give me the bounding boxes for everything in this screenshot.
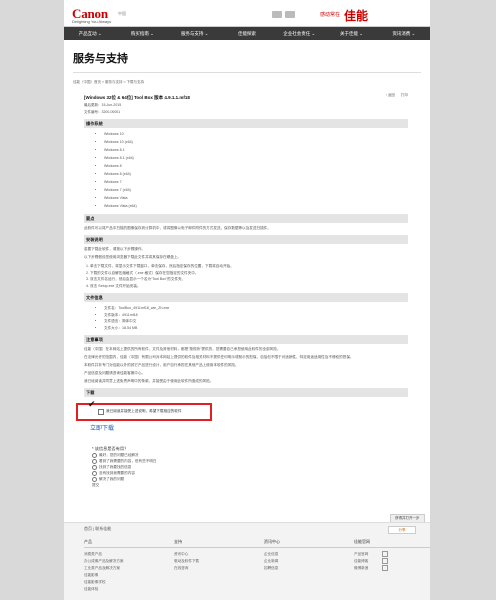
page-tools: ‹ 返回 打印 [386,93,408,98]
install-steps: 1. 单击下载文件，将显示文件下载窗口，单击保存，然后指定保存的位置，下载将自动… [86,263,408,289]
list-item: 文件大小：18.54 MB [104,325,408,332]
document-title: [Windows 32位 & 64位] Tool Box 版本 4.9.1.1.… [84,95,190,100]
nav-item-support[interactable]: 服务与支持 ⌄ [169,27,221,40]
footer-link[interactable]: 工业类产品及解决方案 [84,565,174,572]
list-item: Windows 7 [104,178,408,186]
top-icons [272,11,295,18]
footer-column-news: 资讯中心 企业信息 企业新闻 招聘信息 [264,539,354,593]
document-date: 最后更新：15-Jun-2015 [84,103,122,107]
page-container: Canon 中国 Delighting You Always 感动常在 佳能 产… [64,0,430,600]
nav-item-news[interactable]: 资讯消费 ⌄ [378,27,430,40]
list-item: Windows 10 (x64) [104,138,408,146]
download-content: [Windows 32位 & 64位] Tool Box 版本 4.9.1.1.… [76,95,408,488]
install-intro-2: 以下步骤假设您使用浏览器下载此文件并将其保存在硬盘上。 [84,255,182,259]
main-nav: 产品互动 ⌄ 购买指南 ⌄ 服务与支持 ⌄ 佳能探索 企业社会责任 ⌄ 关于佳能… [64,27,430,40]
footer-link[interactable]: 微博新浪 [354,565,430,572]
nav-item-products[interactable]: 产品互动 ⌄ [64,27,116,40]
agreement-highlight: ✔ 我已阅读并接受上述说明，希望下载相应的软件 [76,399,212,421]
footer-link[interactable]: 驱动及软件下载 [174,558,264,565]
checkmark-icon: ✔ [88,399,96,409]
footer-link[interactable]: 企业新闻 [264,558,354,565]
summary-text: 此软件可以将产品中扫描的图像保存到计算机中，或将图像以电子邮件附件的方式发送，保… [84,226,271,230]
footer-link[interactable]: 在线咨询 [174,565,264,572]
list-item: Windows 8.1 (x64) [104,154,408,162]
nav-item-explore[interactable]: 佳能探索 [221,27,273,40]
brand-name: 佳能 [344,9,369,23]
tagline: Delighting You Always [72,19,112,24]
download-heading: 下载 [84,388,408,397]
install-heading: 安装说明 [84,235,408,244]
footer-column-heading: 产品 [84,539,174,548]
list-item: Windows Vista [104,194,408,202]
notice-text-2: 在法律允许的范围内，佳能（中国）有限公司对本网站上提供的软件及相关材料不提供任何… [84,355,354,359]
radio-icon[interactable] [92,464,97,470]
feedback-survey: * 该信息是否有用？ 最好，您的问题已经解决 看到了我需要的内容，但有些不明白 … [92,446,408,488]
footer-links[interactable]: 首页 | 联系佳能 [84,526,111,532]
file-info-list: 文件名：ToolBox_4911mf18_win_Zh.exe 文件版本：491… [104,305,408,331]
list-item: Windows Vista (x64) [104,202,408,210]
footer-link[interactable]: 佳能博客 [354,558,430,565]
brand-slogan: 感动常在 [320,12,341,18]
os-list: Windows 10 Windows 10 (x64) Windows 8.1 … [104,130,408,210]
top-bar: Canon 中国 Delighting You Always 感动常在 佳能 [64,0,430,27]
document-code: 文件编号：3200-00001 [84,110,121,114]
agree-checkbox[interactable] [98,409,104,415]
summary-heading: 要点 [84,214,408,223]
radio-icon[interactable] [92,476,97,482]
footer-link[interactable]: 企业信息 [264,551,354,558]
footer-column-heading: 佳能官网 [354,539,430,548]
list-item: Windows 8 (x64) [104,170,408,178]
agree-label[interactable]: 我已阅读并接受上述说明，希望下载相应的软件 [106,409,181,414]
print-link[interactable]: 打印 [401,93,408,98]
install-intro: 若要下载此软件，请按以下步骤操作。 [84,247,146,251]
radio-icon[interactable] [92,458,97,464]
list-item: 4. 双击 Setup.exe 文件开始安装。 [86,283,141,288]
region-label[interactable]: 中国 [118,11,126,17]
footer-link[interactable]: 产品官网 [354,551,430,558]
list-item: Windows 8 [104,162,408,170]
external-link-icon [382,558,389,565]
breadcrumb[interactable]: 佳能（中国）首页 > 服务与支持 > 下载与支持 [73,80,430,85]
page-title: 服务与支持 [73,53,128,65]
download-button[interactable]: 立即下载 [90,423,408,432]
nav-item-csr[interactable]: 企业社会责任 ⌄ [273,27,325,40]
radio-icon[interactable] [92,470,97,476]
external-link-icon [382,551,389,558]
footer-link[interactable]: 消费类产品 [84,551,174,558]
footer-columns: 产品 消费类产品 办公成像产品及解决方案 工业类产品及解决方案 佳能影像 佳能影… [84,539,430,593]
footer: 首页 | 联系佳能 分享 产品 消费类产品 办公成像产品及解决方案 工业类产品及… [64,522,430,600]
footer-link[interactable]: 招聘信息 [264,565,354,572]
survey-option[interactable]: 解决了我的问题 [92,476,408,482]
footer-column-heading: 资讯中心 [264,539,354,548]
radio-icon[interactable] [92,452,97,458]
notice-text-3: 本软件并非专门对佳能以外的其它产品进行设计，用户自行承担在其他产品上使用本软件的… [84,363,239,367]
footer-column-support: 支持 资讯中心 驱动及软件下载 在线咨询 [174,539,264,593]
external-link-icon [382,565,389,572]
os-heading: 操作系统 [84,119,408,128]
footer-link[interactable]: 办公成像产品及解决方案 [84,558,174,565]
search-icon[interactable] [285,11,295,18]
survey-submit-button[interactable]: 提交 [92,483,408,488]
nav-item-about[interactable]: 关于佳能 ⌄ [325,27,377,40]
file-info-heading: 文件信息 [84,293,408,302]
list-item: Windows 7 (x64) [104,186,408,194]
footer-link[interactable]: 佳能影像 [84,572,174,579]
footer-link[interactable]: 佳能体验 [84,586,174,593]
footer-column-official: 佳能官网 产品官网 佳能博客 微博新浪 [354,539,430,593]
share-icon[interactable] [272,11,282,18]
list-item: Windows 8.1 [104,146,408,154]
notice-text-5: 我已经阅读并同意上述免责声明中的条款，并接受由于使用此软件所造成的风险。 [84,379,214,383]
footer-link[interactable]: 资讯中心 [174,551,264,558]
share-button[interactable]: 分享 [388,526,416,534]
footer-column-products: 产品 消费类产品 办公成像产品及解决方案 工业类产品及解决方案 佳能影像 佳能影… [84,539,174,593]
list-item: Windows 10 [104,130,408,138]
notice-text-4: 产品信息及问题请咨询佳能客服中心。 [84,371,146,375]
footer-link[interactable]: 佳能影像学校 [84,579,174,586]
notice-text-1: 佳能（中国）在本网站上提供的所有软件、文件及其他材料，都是“按现状”提供的，您需… [84,347,281,351]
divider [73,72,421,73]
footer-column-heading: 支持 [174,539,264,548]
nav-item-buying[interactable]: 购买指南 ⌄ [116,27,168,40]
back-link[interactable]: ‹ 返回 [386,93,395,98]
notice-heading: 注意事项 [84,335,408,344]
